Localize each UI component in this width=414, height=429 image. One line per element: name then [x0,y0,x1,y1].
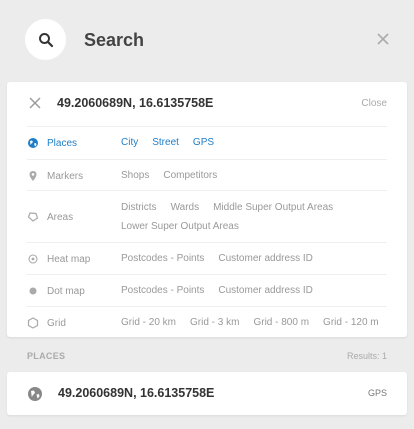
row-grid[interactable]: Grid Grid - 20 km Grid - 3 km Grid - 800 m… [27,306,387,338]
search-button[interactable] [25,19,66,60]
marker-icon [29,171,37,181]
dot-icon [29,287,37,295]
option-districts[interactable]: Districts [121,202,157,213]
close-icon[interactable] [375,31,391,47]
target-icon [28,254,38,264]
query-value[interactable]: 49.2060689N, 16.6135758E [57,96,213,110]
row-areas[interactable]: Areas Districts Wards Middle Super Output … [27,190,387,241]
dot-map-options: Postcodes - Points Customer address ID [121,281,387,300]
row-places[interactable]: Places City Street GPS [27,126,387,158]
row-heat-map[interactable]: Heat map Postcodes - Points Customer addr… [27,242,387,274]
results-count: Results: 1 [346,351,387,361]
option-wards[interactable]: Wards [171,202,200,213]
globe-icon [28,138,38,148]
grid-options: Grid - 20 km Grid - 3 km Grid - 800 m Grid … [121,313,387,332]
polygon-icon [27,212,39,222]
option-msoa[interactable]: Middle Super Output Areas [213,202,333,213]
option-grid-20km[interactable]: Grid - 20 km [121,317,176,328]
row-label-places: Places [47,138,78,149]
search-title: Search [84,30,145,50]
row-label-grid: Grid [47,318,66,329]
areas-options: Districts Wards Middle Super Output Areas L… [121,198,387,236]
option-grid-120m[interactable]: Grid - 120 m [323,317,379,328]
option-grid-3km[interactable]: Grid - 3 km [190,317,239,328]
row-label-heat-map: Heat map [47,254,91,265]
option-gps[interactable]: GPS [193,137,214,148]
globe-icon [28,387,42,401]
result-type-badge: GPS [367,388,387,398]
option-competitors[interactable]: Competitors [163,170,217,181]
row-markers[interactable]: Markers Shops Competitors [27,159,387,191]
search-panel: 49.2060689N, 16.6135758E Close Places Ci… [7,82,407,337]
option-lsoa[interactable]: Lower Super Output Areas [121,221,239,232]
option-shops[interactable]: Shops [121,170,149,181]
option-customer-address-id[interactable]: Customer address ID [218,285,312,296]
row-label-dot-map: Dot map [47,286,85,297]
result-item[interactable]: 49.2060689N, 16.6135758E GPS [7,372,407,415]
option-city[interactable]: City [121,137,138,148]
clear-query-icon[interactable] [29,97,41,109]
option-grid-800m[interactable]: Grid - 800 m [253,317,309,328]
markers-options: Shops Competitors [121,166,387,185]
results-section-label: PLACES [27,351,66,361]
row-label-markers: Markers [47,171,84,182]
option-customer-address-id[interactable]: Customer address ID [218,253,312,264]
option-postcodes-points[interactable]: Postcodes - Points [121,285,204,296]
search-icon [38,32,53,47]
option-street[interactable]: Street [152,137,179,148]
query-header: 49.2060689N, 16.6135758E Close [7,82,407,126]
close-button[interactable]: Close [361,98,387,109]
row-dot-map[interactable]: Dot map Postcodes - Points Customer addre… [27,274,387,306]
row-label-areas: Areas [47,212,74,223]
places-options: City Street GPS [121,133,387,152]
option-postcodes-points[interactable]: Postcodes - Points [121,253,204,264]
heat-map-options: Postcodes - Points Customer address ID [121,249,387,268]
hexagon-icon [27,317,39,329]
result-value: 49.2060689N, 16.6135758E [58,386,215,400]
